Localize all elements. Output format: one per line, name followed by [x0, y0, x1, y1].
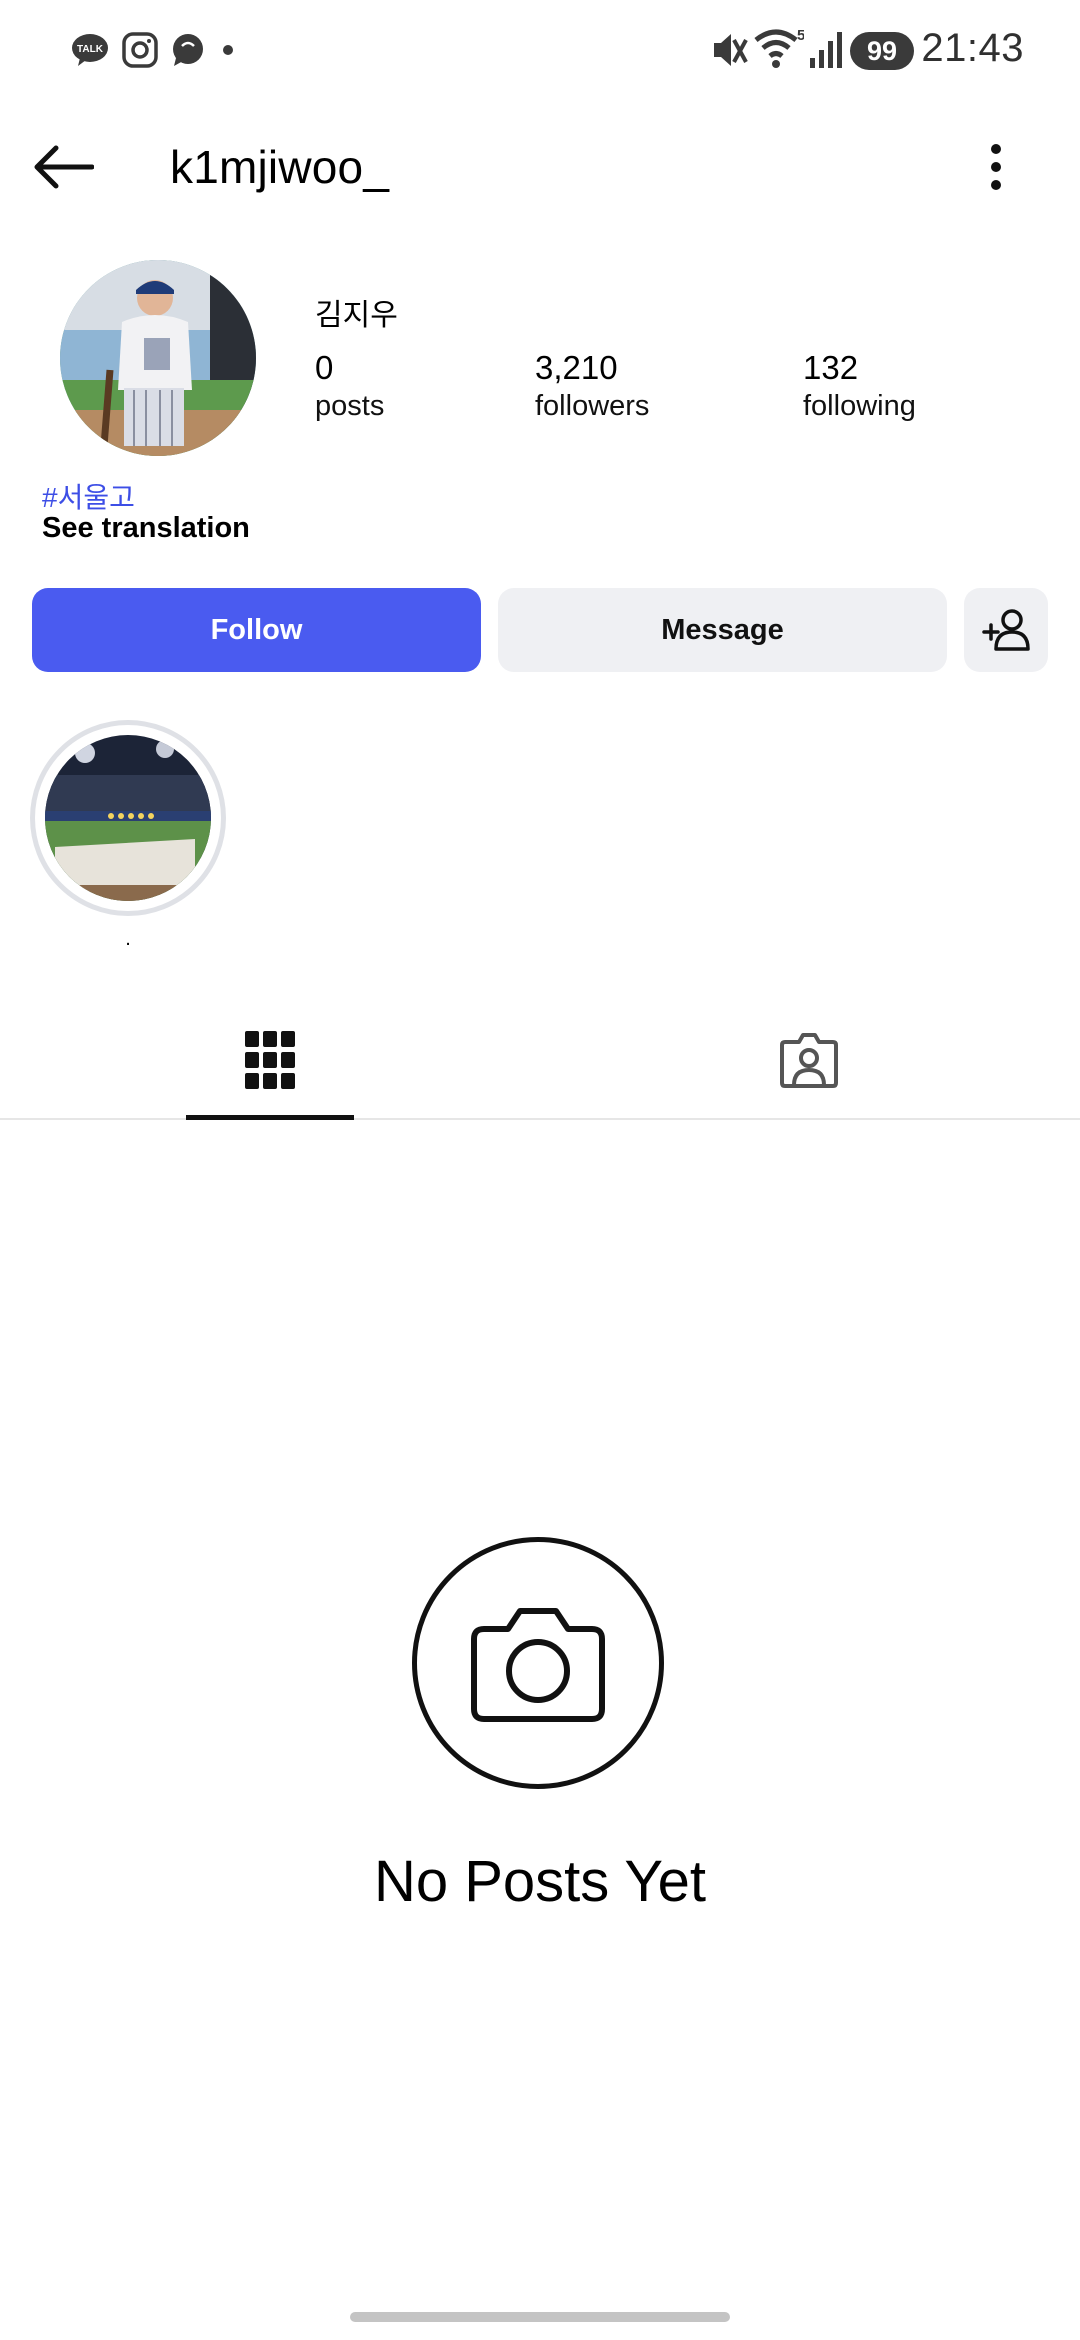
- profile-username: k1mjiwoo_: [170, 141, 390, 193]
- story-highlight[interactable]: [30, 720, 226, 916]
- add-person-icon: [982, 609, 1030, 651]
- tab-posts-grid[interactable]: [186, 1000, 354, 1120]
- highlight-title: .: [125, 928, 131, 950]
- suggested-users-button[interactable]: [964, 588, 1048, 672]
- camera-icon: [471, 1608, 605, 1722]
- following-count[interactable]: 132 following: [803, 348, 916, 424]
- message-button[interactable]: Message: [498, 588, 947, 672]
- battery-level: 99: [866, 35, 898, 66]
- status-bar-left-icons: TALK: [70, 30, 238, 70]
- highlight-cover-image: [45, 735, 211, 901]
- follow-button[interactable]: Follow: [32, 588, 481, 672]
- instagram-icon: [122, 32, 158, 68]
- posts-count-value: 0: [315, 349, 334, 386]
- wifi-icon: 5: [754, 27, 804, 68]
- status-bar: TALK 5 99 21:43: [0, 0, 1080, 100]
- bio-hashtag-link[interactable]: #서울고: [42, 476, 135, 516]
- tagged-icon: [780, 1033, 838, 1088]
- mute-icon: [714, 34, 748, 66]
- followers-count[interactable]: 3,210 followers: [535, 348, 649, 424]
- more-vertical-icon: [991, 144, 1001, 190]
- talk-icon-label: TALK: [77, 44, 104, 55]
- profile-avatar[interactable]: [60, 260, 256, 456]
- following-count-value: 132: [803, 349, 859, 386]
- dot-icon: [223, 45, 233, 55]
- posts-count: 0 posts: [315, 348, 384, 424]
- see-translation-link[interactable]: See translation: [42, 512, 250, 545]
- full-name: 김지우: [315, 299, 398, 332]
- tab-tagged[interactable]: [725, 1000, 893, 1120]
- signal-icon: [810, 32, 842, 68]
- followers-count-label: followers: [535, 390, 650, 422]
- home-indicator[interactable]: [350, 2312, 730, 2322]
- more-options-button[interactable]: [968, 132, 1024, 202]
- no-posts-title: No Posts Yet: [373, 1849, 707, 1914]
- arrow-left-icon: [34, 145, 94, 189]
- grid-icon: [245, 1031, 295, 1089]
- talk-icon: TALK: [72, 34, 108, 66]
- clock: 21:43: [921, 26, 1024, 70]
- followers-count-value: 3,210: [535, 349, 618, 386]
- active-tab-indicator: [186, 1115, 354, 1120]
- battery-icon: 99: [850, 32, 914, 70]
- chat-bubble-icon: [173, 34, 203, 66]
- profile-photo: [60, 260, 256, 456]
- posts-count-label: posts: [315, 390, 385, 422]
- back-button[interactable]: [28, 132, 98, 202]
- empty-state-camera: [412, 1537, 664, 1789]
- tabs-divider: [0, 1118, 1080, 1120]
- following-count-label: following: [803, 390, 916, 422]
- network-type-label: 5: [797, 27, 804, 44]
